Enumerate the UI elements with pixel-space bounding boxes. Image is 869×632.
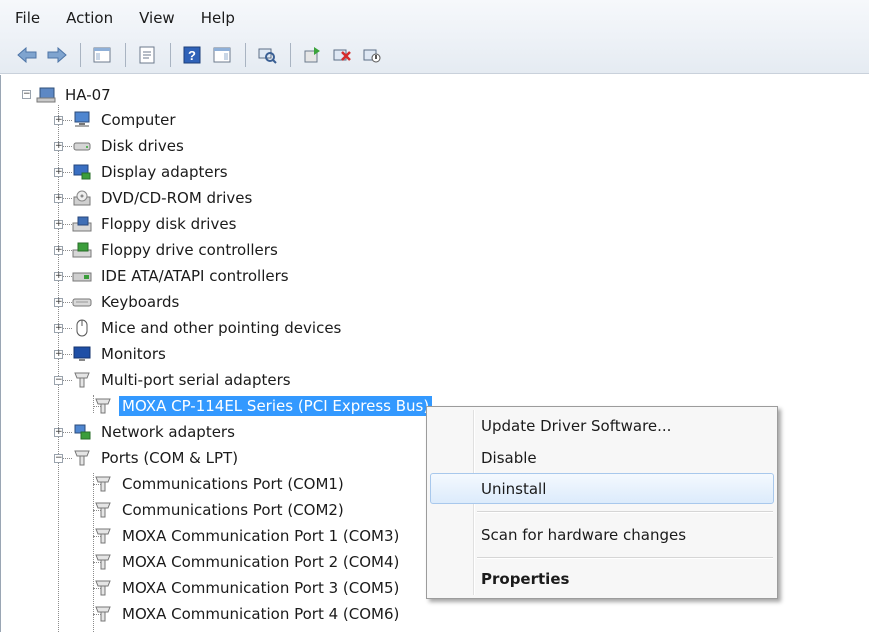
toolbar-separator bbox=[170, 42, 171, 67]
tree-item-label: MOXA Communication Port 4 (COM6) bbox=[122, 605, 400, 623]
tree-root[interactable]: − HA-07 bbox=[22, 83, 114, 107]
tree-item-label: MOXA Communication Port 1 (COM3) bbox=[122, 527, 400, 545]
scan-hardware-icon[interactable] bbox=[254, 42, 280, 68]
ide-icon bbox=[72, 266, 92, 286]
menu-view[interactable]: View bbox=[136, 7, 178, 29]
tree-item-ide-ata-atapi-controllers[interactable]: IDE ATA/ATAPI controllers bbox=[48, 264, 292, 288]
network-icon bbox=[72, 422, 92, 442]
tree-item-label: Multi-port serial adapters bbox=[101, 371, 291, 389]
forward-arrow-icon[interactable] bbox=[44, 42, 70, 68]
show-action-pane-icon[interactable] bbox=[209, 42, 235, 68]
tree-item-moxa-cp114el[interactable]: MOXA CP-114EL Series (PCI Express Bus) bbox=[85, 394, 433, 418]
disk-icon bbox=[72, 136, 92, 156]
tree-item-disk-drives[interactable]: Disk drives bbox=[48, 134, 187, 158]
back-arrow-icon[interactable] bbox=[14, 42, 40, 68]
uninstall-item[interactable]: Uninstall bbox=[481, 474, 546, 504]
update-driver-software-item[interactable]: Update Driver Software... bbox=[481, 411, 671, 441]
tree-item-label: Network adapters bbox=[101, 423, 235, 441]
svg-text:?: ? bbox=[188, 48, 196, 63]
tree-item-label: Mice and other pointing devices bbox=[101, 319, 342, 337]
port-icon bbox=[93, 526, 113, 546]
menu-file[interactable]: File bbox=[12, 7, 43, 29]
uninstall-icon[interactable] bbox=[329, 42, 355, 68]
toolbar: ? bbox=[0, 36, 869, 74]
tree-item-keyboards[interactable]: Keyboards bbox=[48, 290, 182, 314]
port-icon bbox=[93, 578, 113, 598]
tree-item-network-adapters[interactable]: Network adapters bbox=[48, 420, 238, 444]
update-driver-icon[interactable] bbox=[299, 42, 325, 68]
dvd-icon bbox=[72, 188, 92, 208]
computer-icon bbox=[72, 110, 92, 130]
keyboard-icon bbox=[72, 292, 92, 312]
tree-item-label: DVD/CD-ROM drives bbox=[101, 189, 253, 207]
display-icon bbox=[72, 162, 92, 182]
context-menu-separator bbox=[477, 557, 773, 559]
computer-root-icon bbox=[36, 85, 56, 105]
tree-root-label: HA-07 bbox=[65, 86, 111, 104]
tree-item-moxa-port4[interactable]: MOXA Communication Port 4 (COM6) bbox=[85, 602, 402, 626]
mouse-icon bbox=[72, 318, 92, 338]
tree-item-label: Display adapters bbox=[101, 163, 228, 181]
scan-for-hardware-changes-item[interactable]: Scan for hardware changes bbox=[481, 520, 686, 550]
tree-item-label: Ports (COM & LPT) bbox=[101, 449, 239, 467]
tree-item-display-adapters[interactable]: Display adapters bbox=[48, 160, 231, 184]
help-icon[interactable]: ? bbox=[179, 42, 205, 68]
tree-item-label: Communications Port (COM2) bbox=[122, 501, 344, 519]
properties-icon[interactable] bbox=[134, 42, 160, 68]
menu-action[interactable]: Action bbox=[63, 7, 116, 29]
tree-item-monitors[interactable]: Monitors bbox=[48, 342, 169, 366]
toolbar-separator bbox=[245, 42, 246, 67]
tree-item-label: Floppy drive controllers bbox=[101, 241, 278, 259]
tree-item-label: Communications Port (COM1) bbox=[122, 475, 344, 493]
port-icon bbox=[93, 474, 113, 494]
toolbar-separator bbox=[290, 42, 291, 67]
floppy-icon bbox=[72, 214, 92, 234]
tree-item-label: Keyboards bbox=[101, 293, 180, 311]
tree-item-label: Floppy disk drives bbox=[101, 215, 237, 233]
monitor-icon bbox=[72, 344, 92, 364]
tree-item-label: Monitors bbox=[101, 345, 166, 363]
tree-item-ports-com-lpt[interactable]: Ports (COM & LPT) bbox=[48, 446, 241, 470]
menu-bar: File Action View Help bbox=[0, 0, 869, 36]
tree-item-multi-port-serial-adapters[interactable]: Multi-port serial adapters bbox=[48, 368, 294, 392]
show-hide-console-tree-icon[interactable] bbox=[89, 42, 115, 68]
tree-item-label: MOXA Communication Port 2 (COM4) bbox=[122, 553, 400, 571]
properties-item[interactable]: Properties bbox=[481, 564, 569, 594]
tree-item-com2[interactable]: Communications Port (COM2) bbox=[85, 498, 347, 522]
disable-item[interactable]: Disable bbox=[481, 443, 537, 473]
tree-item-dvd-cdrom-drives[interactable]: DVD/CD-ROM drives bbox=[48, 186, 255, 210]
tree-item-floppy-drive-controllers[interactable]: Floppy drive controllers bbox=[48, 238, 281, 262]
tree-item-com1[interactable]: Communications Port (COM1) bbox=[85, 472, 347, 496]
port-icon bbox=[72, 370, 92, 390]
disable-device-icon[interactable] bbox=[359, 42, 385, 68]
floppyctl-icon bbox=[72, 240, 92, 260]
collapse-icon[interactable]: − bbox=[22, 90, 31, 99]
context-menu-separator bbox=[477, 511, 773, 513]
tree-item-moxa-port3[interactable]: MOXA Communication Port 3 (COM5) bbox=[85, 576, 402, 600]
tree-item-label: Disk drives bbox=[101, 137, 184, 155]
menu-help[interactable]: Help bbox=[198, 7, 238, 29]
toolbar-separator bbox=[80, 42, 81, 67]
port-icon bbox=[72, 448, 92, 468]
tree-item-computer[interactable]: Computer bbox=[48, 108, 179, 132]
port-icon bbox=[93, 552, 113, 572]
tree-item-mice[interactable]: Mice and other pointing devices bbox=[48, 316, 344, 340]
tree-item-floppy-disk-drives[interactable]: Floppy disk drives bbox=[48, 212, 239, 236]
port-icon bbox=[93, 500, 113, 520]
tree-item-label: IDE ATA/ATAPI controllers bbox=[101, 267, 289, 285]
tree-item-label: MOXA CP-114EL Series (PCI Express Bus) bbox=[119, 396, 433, 416]
tree-item-moxa-port2[interactable]: MOXA Communication Port 2 (COM4) bbox=[85, 550, 402, 574]
tree-item-moxa-port1[interactable]: MOXA Communication Port 1 (COM3) bbox=[85, 524, 402, 548]
port-icon bbox=[93, 396, 113, 416]
tree-item-label: MOXA Communication Port 3 (COM5) bbox=[122, 579, 400, 597]
context-menu: Update Driver Software... Disable Uninst… bbox=[426, 406, 778, 599]
toolbar-separator bbox=[125, 42, 126, 67]
port-icon bbox=[93, 604, 113, 624]
tree-item-label: Computer bbox=[101, 111, 176, 129]
